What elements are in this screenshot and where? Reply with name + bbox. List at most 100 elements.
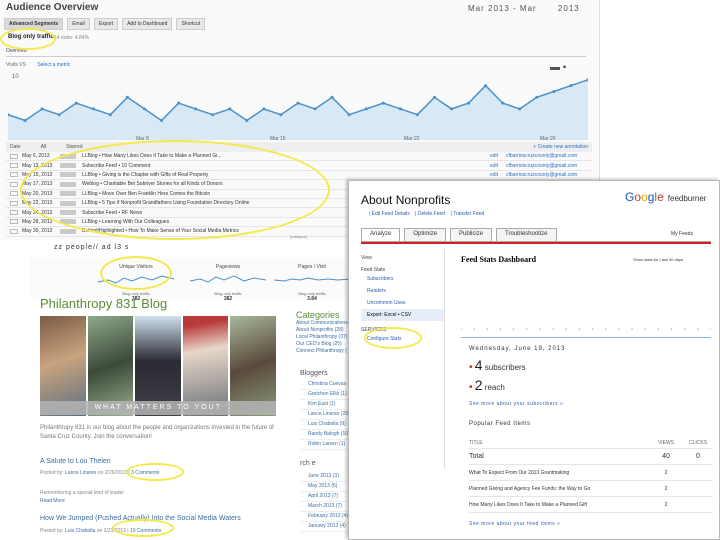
pageviews-metric[interactable]: Pageviews Blog only traffic 382 (186, 258, 270, 302)
metric-select[interactable]: Visits (6, 62, 18, 68)
export-button[interactable]: Export (93, 18, 119, 30)
more-subscribers-link[interactable]: See more about your subscribers » (469, 401, 563, 407)
item-views: 2 (664, 469, 668, 476)
feed-tabs: Analyze Optimize Publicize Troubleshooti… (361, 228, 711, 242)
row-email: cfbarrioscruzcounty@gmail.com (506, 162, 578, 169)
row-checkbox[interactable] (10, 181, 18, 187)
item-title[interactable]: Planned Giving and Agency Fee Funds: the… (469, 486, 649, 492)
sidebar-item-subscribers[interactable]: Subscribers (361, 273, 444, 285)
chart-point (432, 95, 436, 99)
table-row[interactable]: May 6, 2013 LLBlog • How Many Likes Does … (6, 152, 592, 162)
sidebar-item-export[interactable]: Export: Excel • CSV (361, 309, 444, 321)
shortcut-button[interactable]: Shortcut (176, 18, 206, 30)
collapse-link[interactable]: (collapse) (290, 234, 307, 239)
tab-troubleshootize[interactable]: Troubleshootize (496, 228, 557, 241)
delete-feed-link[interactable]: | Delete Feed (415, 211, 445, 217)
edit-feed-details-link[interactable]: ( Edit Feed Details (369, 211, 410, 217)
header-clicks: CLICKS (688, 439, 708, 446)
select-metric-link[interactable]: Select a metric (37, 62, 70, 68)
post-title[interactable]: How We Jumped (Pushed Actually) Into the… (40, 515, 241, 522)
chart-point (569, 84, 573, 88)
table-row[interactable]: Planned Giving and Agency Fee Funds: the… (469, 481, 713, 497)
row-checkbox[interactable] (10, 163, 18, 169)
chart-point (142, 107, 146, 111)
header-all[interactable]: All (41, 144, 47, 150)
header-title: TITLE (469, 439, 483, 446)
comments-link[interactable]: 3 Comments (131, 470, 159, 476)
row-edit-link[interactable]: edit (490, 172, 498, 178)
categories-heading: Categories (296, 310, 340, 320)
email-button[interactable]: Email (67, 18, 90, 30)
more-items-link[interactable]: See more about your feed items » (469, 521, 560, 527)
sidebar-item-readers[interactable]: Readers (361, 285, 444, 297)
blog-title[interactable]: Philanthropy 831 Blog (40, 296, 167, 311)
row-tag (60, 172, 76, 178)
chart-point (347, 113, 351, 117)
row-date: May 24, 2013 (22, 209, 53, 216)
tab-analyze[interactable]: Analyze (361, 228, 401, 241)
row-edit-link[interactable]: edit (490, 153, 498, 159)
chart-point (91, 107, 95, 111)
chart-point (683, 328, 686, 330)
row-checkbox[interactable] (10, 191, 18, 197)
comments-link[interactable]: 10 Comments (130, 528, 161, 534)
metric-row: Visits VS Select a metric (6, 62, 70, 68)
metric-label: Pageviews (215, 264, 241, 270)
create-annotation-link[interactable]: + Create new annotation (533, 144, 588, 150)
date-from: Mar 2013 - Mar (468, 4, 537, 13)
chart-point (228, 107, 232, 111)
subscribers-count: 4 (474, 357, 483, 373)
segment-label[interactable]: Blog only traffic (8, 34, 54, 40)
date-range[interactable]: Mar 2013 - Mar 2013 (468, 4, 598, 13)
chart-point (525, 328, 528, 330)
row-edit-link[interactable]: edit (490, 163, 498, 169)
chart-point (486, 328, 489, 330)
post-title[interactable]: A Salute to Lou Thelen (40, 458, 111, 465)
my-feeds-link[interactable]: My Feeds (671, 231, 693, 237)
show-stats-select[interactable]: Show stats for | last 30 days (633, 257, 683, 262)
tab-publicize[interactable]: Publicize (450, 228, 493, 241)
category-link[interactable]: About Communications (296, 320, 356, 327)
sidebar-item-uncommon-uses[interactable]: Uncommon Uses (361, 297, 444, 309)
google-feedburner-logo[interactable]: Google feedburner (625, 190, 706, 204)
metric-label: Unique Visitors (119, 264, 153, 270)
row-checkbox[interactable] (10, 228, 18, 234)
category-link[interactable]: Local Philanthropy (37) (296, 334, 356, 341)
header-starred[interactable]: Starred (66, 144, 82, 150)
sparkline (273, 277, 351, 282)
row-tag (60, 200, 76, 206)
transfer-feed-link[interactable]: | Transfer Feed (450, 211, 484, 217)
chart-point (398, 107, 402, 111)
sidebar-item-configure-stats[interactable]: Configure Stats (361, 333, 444, 345)
row-checkbox[interactable] (10, 210, 18, 216)
row-checkbox[interactable] (10, 172, 18, 178)
row-date: May 22, 2013 (22, 200, 53, 207)
chart-point (381, 101, 385, 105)
category-link[interactable]: About Nonprofits (28) (296, 327, 356, 334)
row-checkbox[interactable] (10, 219, 18, 225)
item-title[interactable]: What To Expect From Our 2013 Grantmaking (469, 470, 649, 476)
add-to-dashboard-button[interactable]: Add to Dashboard (122, 18, 173, 30)
read-more-link[interactable]: Read More (40, 498, 65, 504)
row-checkbox[interactable] (10, 200, 18, 206)
chart-point (552, 328, 554, 330)
table-row[interactable]: May 13, 2013 Subscribe Feed • 10 Comment e… (6, 161, 592, 171)
advanced-segments-button[interactable]: Advanced Segments (4, 18, 64, 30)
category-link[interactable]: Connect Philanthropy ( ) (296, 348, 356, 355)
item-title[interactable]: How Many Likes Does It Take to Make a Pl… (469, 502, 649, 508)
row-date: May 30, 2013 (22, 228, 53, 235)
post-author[interactable]: Luis Chabolla (65, 528, 95, 534)
annotation-table-header: Date All Starred + Create new annotation (6, 142, 592, 152)
table-row[interactable]: What To Expect From Our 2013 Grantmaking… (469, 465, 713, 481)
sparkline (189, 275, 267, 283)
category-link[interactable]: Our CEO's Blog (25) (296, 341, 356, 348)
segment-sub: 14 visits: 4.84% (54, 35, 90, 41)
tab-optimize[interactable]: Optimize (404, 228, 447, 241)
pages-per-visit-metric[interactable]: Pages / Visit Blog only traffic 3.84 (270, 258, 354, 302)
row-checkbox[interactable] (10, 153, 18, 159)
post-author[interactable]: Lance Linares (65, 470, 96, 476)
table-row[interactable]: How Many Likes Does It Take to Make a Pl… (469, 497, 713, 513)
row-date: May 17, 2013 (22, 181, 53, 188)
reach-count: 2 (474, 377, 483, 393)
table-row[interactable]: May 15, 2013 LLBlog • Giving is the Chapt… (6, 171, 592, 181)
